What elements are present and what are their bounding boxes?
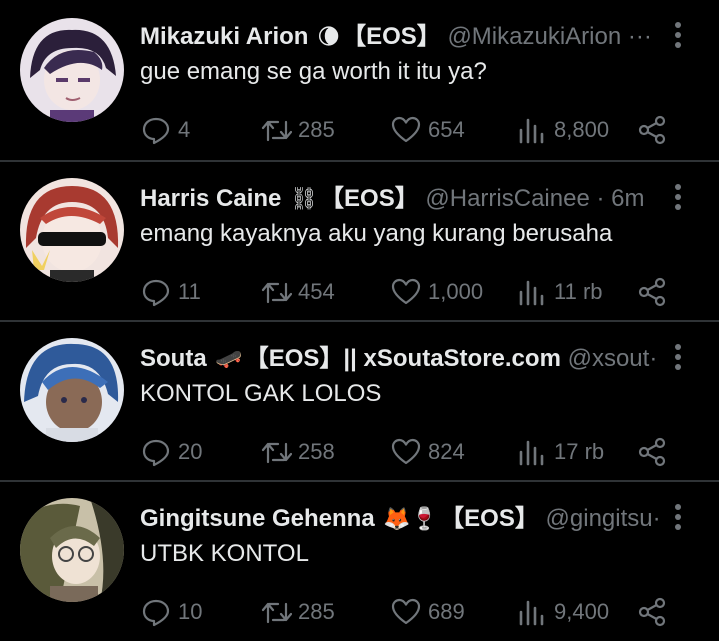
- retweet-icon: [261, 120, 292, 142]
- views-button[interactable]: 8,800: [516, 110, 609, 150]
- name-tag: 【EOS】: [440, 505, 539, 532]
- more-options-icon[interactable]: [668, 344, 688, 376]
- tweet-text: KONTOL GAK LOLOS: [140, 380, 382, 407]
- skateboard-emoji-icon: 🛹: [215, 347, 243, 372]
- tweet-actions: 11 454 1,000 11 rb: [140, 272, 680, 312]
- user-handle[interactable]: @MikazukiArion: [447, 23, 621, 50]
- reply-button[interactable]: 20: [140, 432, 202, 472]
- tweet-header: Mikazuki Arion 🌘【EOS】 @MikazukiArion ···: [140, 20, 660, 54]
- name-tag: 【EOS】|| xSoutaStore.com: [244, 345, 561, 372]
- view-count: 9,400: [554, 599, 610, 624]
- tweet-card[interactable]: Souta 🛹【EOS】|| xSoutaStore.com @xsout···…: [0, 322, 719, 480]
- chain-emoji-icon: ⛓: [290, 187, 319, 212]
- like-button[interactable]: 1,000: [390, 272, 483, 312]
- like-count: 654: [428, 117, 465, 142]
- reply-icon: [142, 279, 170, 307]
- avatar[interactable]: [20, 18, 124, 122]
- reply-button[interactable]: 4: [140, 110, 190, 150]
- tweet-text: UTBK KONTOL: [140, 540, 309, 567]
- separator-dot: ·: [596, 185, 605, 212]
- views-bar-chart-icon: [519, 118, 544, 144]
- name-tag: 【EOS】: [342, 23, 441, 50]
- views-bar-chart-icon: [519, 600, 544, 626]
- retweet-count: 285: [298, 599, 335, 624]
- user-handle[interactable]: @HarrisCainee: [425, 185, 589, 212]
- more-options-icon[interactable]: [668, 184, 688, 216]
- like-button[interactable]: 824: [390, 432, 465, 472]
- reply-count: 20: [178, 439, 203, 464]
- views-bar-chart-icon: [519, 280, 544, 306]
- like-button[interactable]: 689: [390, 592, 465, 632]
- tweet-header: Gingitsune Gehenna 🦊🍷【EOS】 @gingitsu···: [140, 502, 660, 536]
- truncation-ellipsis: ···: [649, 345, 660, 372]
- reply-icon: [142, 117, 170, 145]
- name-tag: 【EOS】: [320, 185, 419, 212]
- timestamp[interactable]: 6m: [611, 185, 644, 212]
- tweet-card[interactable]: Mikazuki Arion 🌘【EOS】 @MikazukiArion ···…: [0, 0, 719, 160]
- display-name[interactable]: Souta: [140, 345, 207, 372]
- heart-icon: [391, 438, 421, 465]
- view-count: 17 rb: [554, 439, 605, 464]
- views-bar-chart-icon: [519, 440, 544, 466]
- reply-icon: [142, 439, 170, 467]
- tweet-text: gue emang se ga worth it itu ya?: [140, 58, 487, 85]
- heart-icon: [391, 598, 421, 625]
- share-icon[interactable]: [636, 596, 668, 628]
- views-button[interactable]: 9,400: [516, 592, 609, 632]
- like-count: 824: [428, 439, 465, 464]
- reply-button[interactable]: 11: [140, 272, 201, 312]
- retweet-button[interactable]: 258: [260, 432, 335, 472]
- avatar[interactable]: [20, 178, 124, 282]
- heart-icon: [391, 278, 421, 305]
- like-count: 689: [428, 599, 465, 624]
- reply-icon: [142, 599, 170, 627]
- like-button[interactable]: 654: [390, 110, 465, 150]
- moon-emoji-icon: 🌘: [317, 25, 341, 50]
- display-name[interactable]: Harris Caine: [140, 185, 281, 212]
- tweet-card[interactable]: Gingitsune Gehenna 🦊🍷【EOS】 @gingitsu··· …: [0, 482, 719, 641]
- views-button[interactable]: 17 rb: [516, 432, 604, 472]
- reply-count: 4: [178, 117, 191, 142]
- truncation-ellipsis: ···: [627, 23, 652, 50]
- tweet-header: Harris Caine ⛓【EOS】 @HarrisCainee · 6m: [140, 182, 660, 216]
- tweet-actions: 4 285 654 8,800: [140, 110, 680, 150]
- retweet-count: 454: [298, 279, 335, 304]
- heart-icon: [391, 116, 421, 143]
- views-button[interactable]: 11 rb: [516, 272, 603, 312]
- tweet-actions: 20 258 824 17 rb: [140, 432, 680, 472]
- share-icon[interactable]: [636, 114, 668, 146]
- retweet-button[interactable]: 285: [260, 110, 335, 150]
- tweet-card[interactable]: Harris Caine ⛓【EOS】 @HarrisCainee · 6m e…: [0, 162, 719, 320]
- view-count: 8,800: [554, 117, 610, 142]
- tweet-text: emang kayaknya aku yang kurang berusaha: [140, 220, 613, 247]
- display-name[interactable]: Mikazuki Arion: [140, 23, 308, 50]
- user-handle[interactable]: @gingitsu: [546, 505, 653, 532]
- tweet-header: Souta 🛹【EOS】|| xSoutaStore.com @xsout···: [140, 342, 660, 376]
- retweet-button[interactable]: 454: [260, 272, 335, 312]
- reply-count: 10: [178, 599, 203, 624]
- avatar[interactable]: [20, 498, 124, 602]
- share-icon[interactable]: [636, 436, 668, 468]
- truncation-ellipsis: ···: [652, 505, 660, 532]
- tweet-actions: 10 285 689 9,400: [140, 592, 680, 632]
- avatar[interactable]: [20, 338, 124, 442]
- reply-button[interactable]: 10: [140, 592, 202, 632]
- retweet-count: 285: [298, 117, 335, 142]
- like-count: 1,000: [428, 279, 484, 304]
- retweet-icon: [261, 602, 292, 624]
- display-name[interactable]: Gingitsune Gehenna: [140, 505, 375, 532]
- more-options-icon[interactable]: [668, 22, 688, 54]
- reply-count: 11: [178, 279, 201, 304]
- more-options-icon[interactable]: [668, 504, 688, 536]
- retweet-count: 258: [298, 439, 335, 464]
- user-handle[interactable]: @xsout: [568, 345, 650, 372]
- retweet-button[interactable]: 285: [260, 592, 335, 632]
- timeline-feed: Mikazuki Arion 🌘【EOS】 @MikazukiArion ···…: [0, 0, 719, 641]
- view-count: 11 rb: [554, 279, 603, 304]
- retweet-icon: [261, 442, 292, 464]
- retweet-icon: [261, 282, 292, 304]
- share-icon[interactable]: [636, 276, 668, 308]
- fox-wine-emoji-icon: 🦊🍷: [383, 507, 439, 532]
